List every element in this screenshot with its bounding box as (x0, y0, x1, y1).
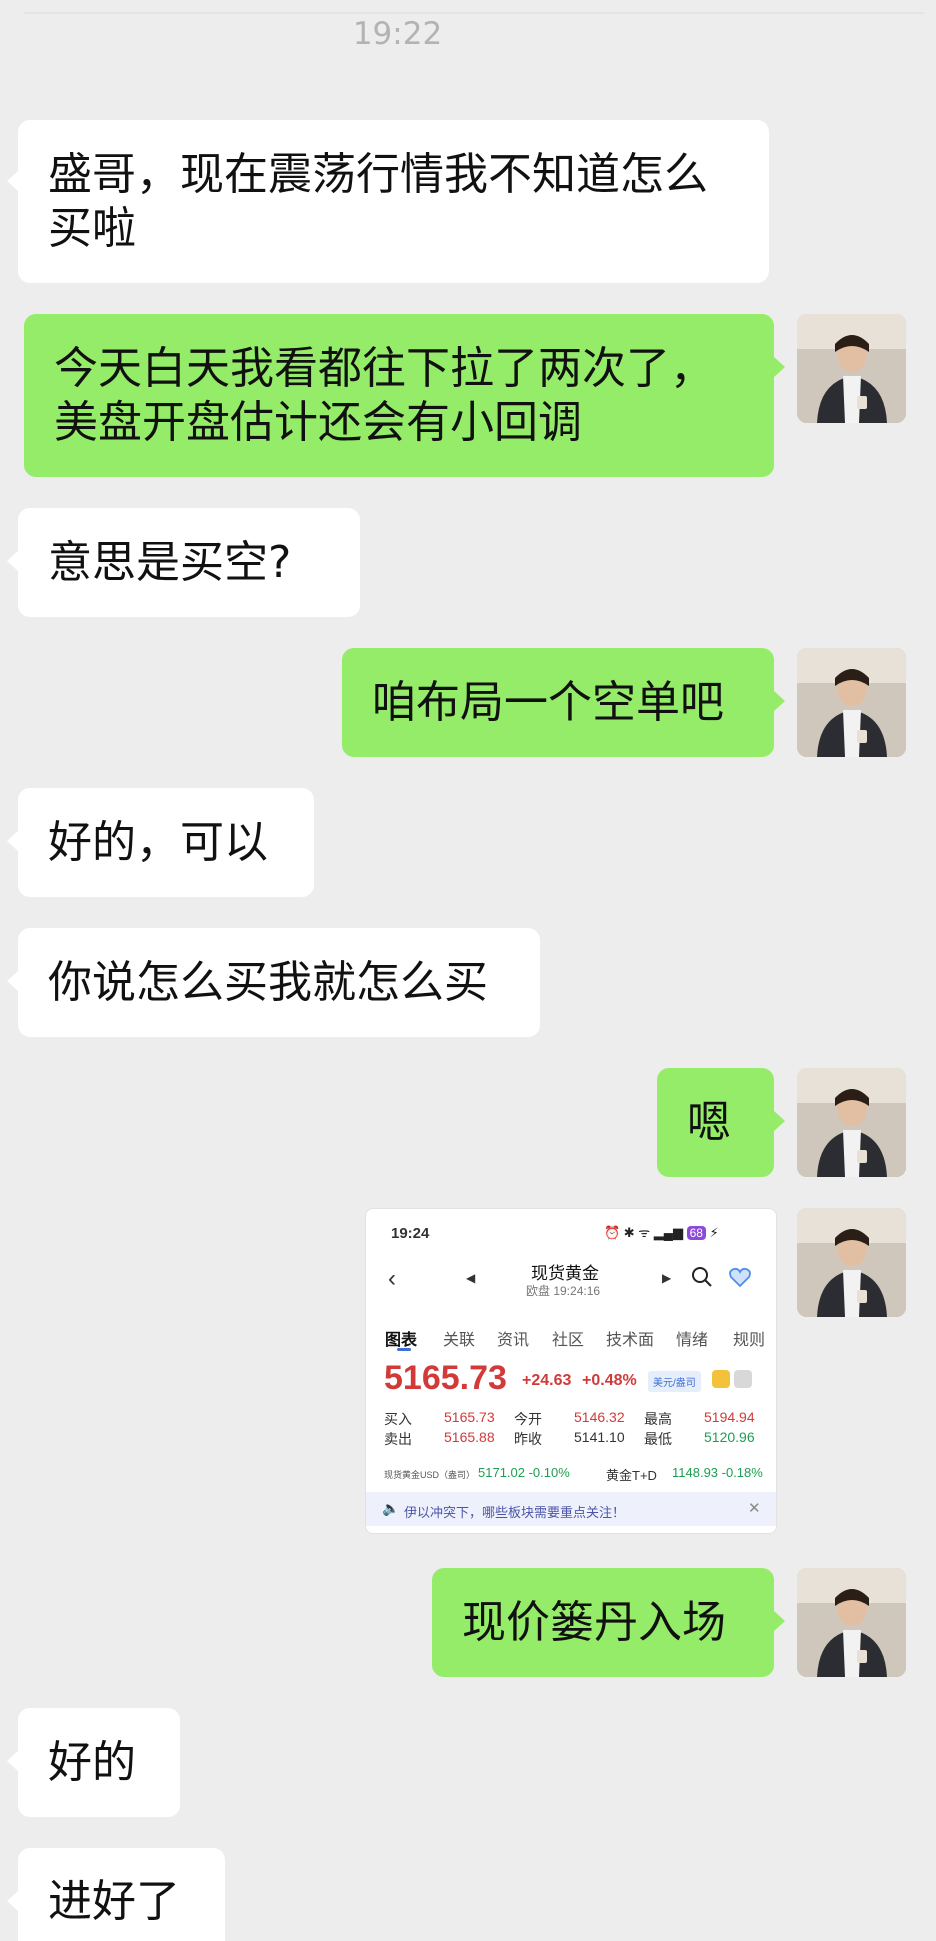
top-divider (24, 12, 924, 14)
tab-sentiment[interactable]: 情绪 (676, 1326, 708, 1350)
message-text: 现价篓丹入场 (462, 1596, 726, 1648)
message-bubble-incoming[interactable]: 盛哥，现在震荡行情我不知道怎么 买啦 (7, 120, 769, 283)
footer-left-label: 现货黄金USD（盎司） (384, 1470, 476, 1480)
price-change-percent: +0.48% (582, 1372, 637, 1389)
low-label: 最低 (644, 1431, 672, 1447)
message-text: 咱布局一个空单吧 (372, 676, 724, 728)
high-label: 最高 (644, 1411, 672, 1427)
gold-toggle-icon[interactable] (712, 1370, 730, 1388)
tab-related[interactable]: 关联 (443, 1326, 475, 1350)
message-bubble-incoming[interactable]: 意思是买空? (7, 508, 360, 617)
low-value: 5120.96 (704, 1429, 755, 1445)
footer-right-label: 黄金T+D (606, 1468, 657, 1483)
current-price: 5165.73 (384, 1359, 507, 1397)
ask-label: 卖出 (384, 1431, 412, 1447)
chat-timestamp: 19:22 (352, 16, 443, 52)
bubble-tail (7, 1750, 19, 1772)
tab-technical[interactable]: 技术面 (606, 1326, 654, 1350)
message-text: 好的 (48, 1736, 136, 1788)
message-bubble-incoming[interactable]: 好的，可以 (7, 788, 314, 897)
message-bubble-incoming[interactable]: 好的 (7, 1708, 180, 1817)
bubble-tail (773, 1610, 785, 1632)
tab-rules[interactable]: 规则 (733, 1326, 765, 1350)
favorite-heart-icon[interactable] (728, 1265, 752, 1294)
message-text: 意思是买空? (48, 536, 292, 588)
tab-community[interactable]: 社区 (552, 1326, 584, 1350)
status-icons: ⏰ ✱ ᯤ ▂▄▆ 68 ⚡ (604, 1225, 719, 1240)
bubble-tail (7, 1890, 19, 1912)
footer-right-value: 1148.93 -0.18% (672, 1465, 763, 1480)
instrument-title: 现货黄金 (531, 1264, 599, 1283)
tab-news[interactable]: 资讯 (497, 1326, 529, 1350)
message-text: 嗯 (687, 1096, 731, 1148)
message-text: 盛哥，现在震荡行情我不知道怎么 买啦 (48, 148, 708, 254)
ask-value: 5165.88 (444, 1429, 495, 1445)
person-photo-icon (797, 314, 906, 423)
unit-badge[interactable]: 美元/盎司 (648, 1371, 701, 1392)
prev-close-value: 5141.10 (574, 1429, 625, 1445)
message-text: 你说怎么买我就怎么买 (48, 956, 488, 1008)
user-avatar[interactable] (797, 1208, 906, 1317)
bubble-tail (773, 690, 785, 712)
message-bubble-outgoing[interactable]: 现价篓丹入场 (432, 1568, 785, 1677)
message-bubble-incoming[interactable]: 进好了 (7, 1848, 225, 1941)
battery-level: 68 (686, 1226, 706, 1240)
message-text: 好的，可以 (48, 816, 268, 868)
bid-label: 买入 (384, 1411, 412, 1427)
prev-arrow-icon[interactable]: ◀ (466, 1271, 475, 1285)
user-avatar[interactable] (797, 1568, 906, 1677)
message-bubble-outgoing[interactable]: 嗯 (657, 1068, 785, 1177)
bubble-tail (7, 830, 19, 852)
prev-close-label: 昨收 (514, 1431, 542, 1447)
person-photo-icon (797, 1568, 906, 1677)
open-label: 今开 (514, 1411, 542, 1427)
session-time: 欧盘 19:24:16 (526, 1284, 601, 1298)
user-avatar[interactable] (797, 314, 906, 423)
tab-chart[interactable]: 图表 (385, 1326, 417, 1350)
speaker-icon: 🔈 (382, 1500, 400, 1516)
notice-text: 伊以冲突下，哪些板块需要重点关注！ (404, 1505, 626, 1520)
bubble-tail (773, 1110, 785, 1132)
card-status-time: 19:24 (391, 1225, 430, 1242)
person-photo-icon (797, 648, 906, 757)
user-avatar[interactable] (797, 648, 906, 757)
bubble-tail (7, 170, 19, 192)
bid-value: 5165.73 (444, 1409, 495, 1425)
message-bubble-incoming[interactable]: 你说怎么买我就怎么买 (7, 928, 540, 1037)
open-value: 5146.32 (574, 1409, 625, 1425)
footer-left-value: 5171.02 -0.10% (478, 1465, 570, 1480)
bubble-tail (7, 970, 19, 992)
person-photo-icon (797, 1208, 906, 1317)
bubble-tail (7, 550, 19, 572)
news-notice-bar[interactable]: 🔈 伊以冲突下，哪些板块需要重点关注！ ✕ (366, 1492, 776, 1526)
shared-screenshot-gold-quote[interactable]: 19:24 ⏰ ✱ ᯤ ▂▄▆ 68 ⚡ ‹ ◀ 现货黄金 欧盘 19:24:1… (365, 1208, 777, 1534)
price-change: +24.63 (522, 1372, 572, 1389)
message-bubble-outgoing[interactable]: 咱布局一个空单吧 (342, 648, 785, 757)
active-tab-indicator (397, 1348, 411, 1351)
next-arrow-icon[interactable]: ▶ (662, 1271, 671, 1285)
close-icon[interactable]: ✕ (748, 1499, 761, 1517)
settings-toggle-icon[interactable] (734, 1370, 752, 1388)
back-icon[interactable]: ‹ (388, 1265, 396, 1293)
message-text: 今天白天我看都往下拉了两次了， 美盘开盘估计还会有小回调 (54, 342, 714, 448)
search-icon[interactable] (690, 1265, 714, 1294)
message-bubble-outgoing[interactable]: 今天白天我看都往下拉了两次了， 美盘开盘估计还会有小回调 (24, 314, 785, 477)
person-photo-icon (797, 1068, 906, 1177)
bubble-tail (773, 356, 785, 378)
message-text: 进好了 (48, 1876, 180, 1927)
high-value: 5194.94 (704, 1409, 755, 1425)
user-avatar[interactable] (797, 1068, 906, 1177)
